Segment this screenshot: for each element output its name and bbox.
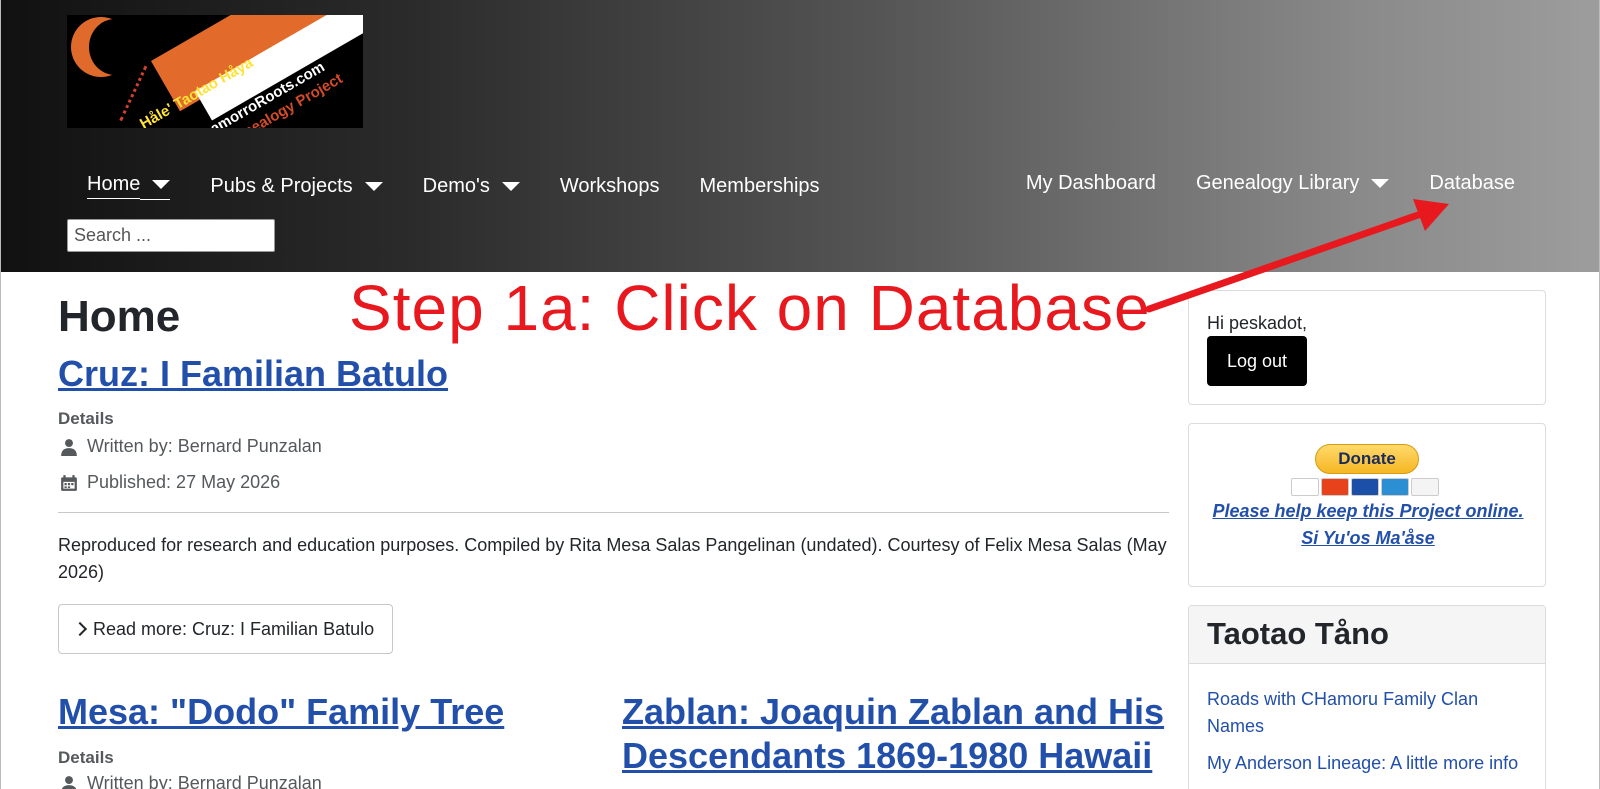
amex-icon xyxy=(1381,478,1409,496)
caret-wrap xyxy=(140,172,171,200)
divider xyxy=(58,512,1169,513)
mastercard-icon xyxy=(1321,478,1349,496)
user-icon xyxy=(61,438,77,456)
article-title-link[interactable]: Cruz: I Familian Batulo xyxy=(58,352,448,396)
taotao-tano-module: Taotao Tåno Roads with CHamoru Family Cl… xyxy=(1188,605,1546,789)
nav-item-pubs-projects[interactable]: Pubs & Projects xyxy=(210,174,383,198)
nav-label: Home xyxy=(87,173,141,199)
donate-button[interactable]: Donate xyxy=(1315,444,1419,474)
nav-item-workshops[interactable]: Workshops xyxy=(560,175,660,198)
nav-label: Pubs & Projects xyxy=(210,174,353,197)
published-row: Published: 27 May 2026 xyxy=(60,472,280,493)
author-row: Written by: Bernard Punzalan xyxy=(60,436,322,457)
site-header: Håle' Taotao Håya ChamorroRoots.com Gene… xyxy=(1,0,1599,272)
details-label: Details xyxy=(58,748,114,767)
donate-message-link[interactable]: Please help keep this Project online. Si… xyxy=(1189,498,1547,552)
user-nav: My Dashboard Genealogy Library Database xyxy=(986,172,1515,195)
search-input[interactable] xyxy=(67,219,275,252)
visa-icon xyxy=(1291,478,1319,496)
article-title-link[interactable]: Mesa: "Dodo" Family Tree xyxy=(58,690,504,734)
donate-line-1: Please help keep this Project online. xyxy=(1212,501,1524,521)
read-more-label: Read more: Cruz: I Familian Batulo xyxy=(93,618,375,639)
chevron-right-icon xyxy=(72,621,88,637)
payment-card-icons xyxy=(1291,478,1441,496)
nav-item-demos[interactable]: Demo's xyxy=(423,175,520,198)
nav-label: Memberships xyxy=(699,174,820,197)
site-logo[interactable]: Håle' Taotao Håya ChamorroRoots.com Gene… xyxy=(67,15,363,128)
main-nav: Home Pubs & Projects Demo's Workshops Me… xyxy=(87,172,860,200)
sidebar-link[interactable]: My Anderson Lineage: A little more info xyxy=(1207,750,1537,777)
nav-item-genealogy-library[interactable]: Genealogy Library xyxy=(1195,172,1390,195)
maestro-icon xyxy=(1351,478,1379,496)
nav-item-database[interactable]: Database xyxy=(1429,172,1515,195)
author-text: Written by: Bernard Punzalan xyxy=(87,773,322,789)
nav-label: Genealogy Library xyxy=(1195,172,1360,194)
nav-item-home[interactable]: Home xyxy=(87,172,171,200)
author-row: Written by: Bernard Punzalan xyxy=(60,773,322,789)
nav-label: Workshops xyxy=(559,174,660,197)
nav-item-my-dashboard[interactable]: My Dashboard xyxy=(1026,172,1156,195)
login-module: Hi peskadot, Log out xyxy=(1188,290,1546,405)
user-icon xyxy=(61,775,77,789)
nav-label: My Dashboard xyxy=(1025,172,1156,194)
article-title-link[interactable]: Zablan: Joaquin Zablan and His Descendan… xyxy=(622,690,1182,778)
donate-module: Donate Please help keep this Project onl… xyxy=(1188,423,1546,587)
page-title: Home xyxy=(58,292,181,341)
author-text: Written by: Bernard Punzalan xyxy=(87,436,322,456)
moon-shadow xyxy=(89,19,141,75)
discover-icon xyxy=(1411,478,1439,496)
read-more-button[interactable]: Read more: Cruz: I Familian Batulo xyxy=(58,604,394,654)
module-heading: Taotao Tåno xyxy=(1189,606,1545,664)
details-label: Details xyxy=(58,409,114,428)
caret-down-icon[interactable] xyxy=(1371,179,1390,188)
nav-label: Database xyxy=(1429,172,1515,194)
sidebar-link[interactable]: Roads with CHamoru Family Clan Names xyxy=(1207,686,1537,740)
published-text: Published: 27 May 2026 xyxy=(87,472,281,492)
nav-item-memberships[interactable]: Memberships xyxy=(700,175,820,198)
logout-button[interactable]: Log out xyxy=(1207,336,1307,386)
browser-viewport: Håle' Taotao Håya ChamorroRoots.com Gene… xyxy=(0,0,1600,789)
caret-down-icon[interactable] xyxy=(501,181,520,191)
nav-label: Demo's xyxy=(422,174,490,197)
article-intro: Reproduced for research and education pu… xyxy=(58,535,1167,582)
calendar-icon xyxy=(61,474,77,491)
caret-down-icon[interactable] xyxy=(364,181,383,191)
greeting-text: Hi peskadot, xyxy=(1207,313,1308,333)
annotation-text: Step 1a: Click on Database xyxy=(349,272,1151,344)
caret-down-icon[interactable] xyxy=(152,180,171,189)
donate-line-2: Si Yu'os Ma'åse xyxy=(1301,528,1435,548)
